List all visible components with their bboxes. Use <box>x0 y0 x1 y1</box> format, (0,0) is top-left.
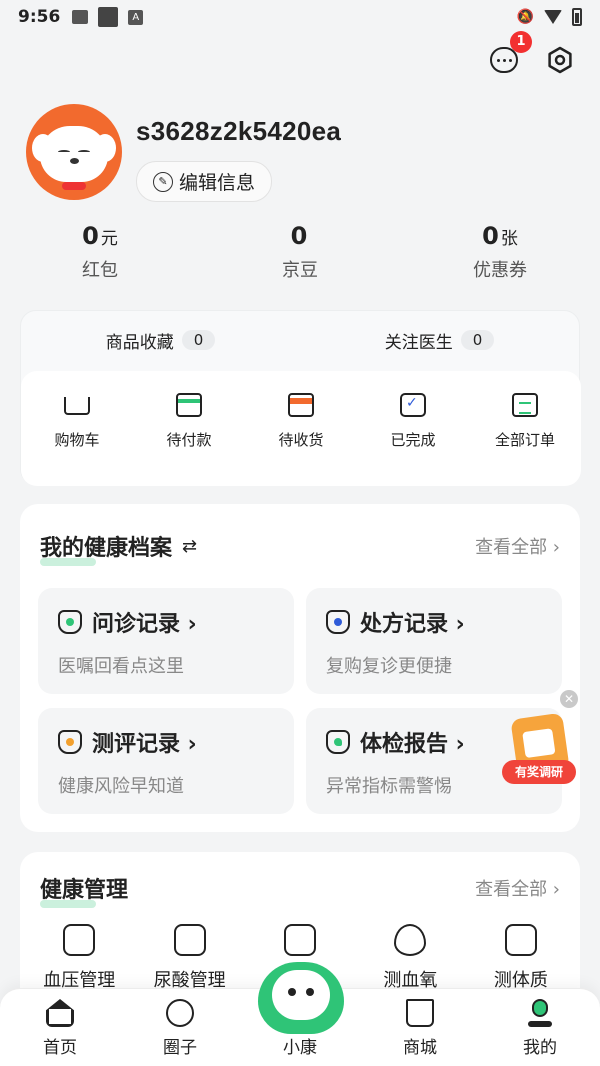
wifi-icon <box>544 10 562 24</box>
stat-label: 京豆 <box>282 260 318 281</box>
stat-value: 0 <box>482 222 499 250</box>
followed-doctors-count: 0 <box>460 330 495 350</box>
tab-mall[interactable]: 商城 <box>360 989 480 1066</box>
assessment-icon <box>58 730 82 754</box>
tile-subtitle: 复购复诊更便捷 <box>326 656 452 677</box>
stat-red-packet[interactable]: 0元 红包 <box>0 222 200 282</box>
consultation-records-tile[interactable]: 问诊记录 › 医嘱回看点这里 <box>38 588 294 694</box>
uric-acid-icon <box>173 924 206 956</box>
tab-label: 小康 <box>283 1038 317 1058</box>
health-records-card: 我的健康档案 ⇄ 查看全部 › 问诊记录 › 医嘱回看点这里 处方记录 › 复购… <box>20 504 580 832</box>
favorite-products[interactable]: 商品收藏 0 <box>21 311 300 369</box>
tab-label: 圈子 <box>163 1038 197 1058</box>
stat-label: 红包 <box>82 260 118 281</box>
shop-bag-icon <box>406 999 434 1027</box>
stat-unit: 元 <box>100 229 118 249</box>
health-records-view-all[interactable]: 查看全部 › <box>475 533 560 559</box>
username: s3628z2k5420ea <box>136 116 342 146</box>
tab-home[interactable]: 首页 <box>0 989 120 1066</box>
tab-circle[interactable]: 圈子 <box>120 989 240 1066</box>
prescription-records-tile[interactable]: 处方记录 › 复购复诊更便捷 <box>306 588 562 694</box>
stat-value: 0 <box>290 222 308 250</box>
a-notification-icon: A <box>128 9 144 25</box>
status-time: 9:56 <box>18 7 61 27</box>
list-icon <box>512 393 538 417</box>
tile-title: 测评记录 › <box>92 732 197 757</box>
health-management-title: 健康管理 <box>40 872 128 908</box>
settings-button[interactable] <box>544 44 576 76</box>
stat-jd-beans[interactable]: 0 京豆 <box>200 222 400 282</box>
order-cart[interactable]: 购物车 <box>21 393 133 486</box>
stat-unit: 张 <box>500 229 518 249</box>
edit-profile-button[interactable]: ✎ 编辑信息 <box>136 161 273 202</box>
check-icon <box>400 393 426 417</box>
planet-icon <box>166 999 194 1027</box>
order-all[interactable]: 全部订单 <box>469 393 581 486</box>
gallery-notification-icon <box>72 10 89 24</box>
report-icon <box>326 730 350 754</box>
package-icon <box>288 393 314 417</box>
profile-icon <box>526 999 554 1027</box>
favorite-products-label: 商品收藏 <box>105 332 174 353</box>
blood-pressure-icon <box>63 924 96 956</box>
order-pending-receipt[interactable]: 待收货 <box>245 393 357 486</box>
constitution-icon <box>504 924 537 956</box>
oxygen-icon <box>394 924 427 956</box>
monitor-icon <box>284 924 317 956</box>
order-label: 购物车 <box>54 431 100 449</box>
tile-title: 体检报告 › <box>360 732 465 757</box>
tab-label: 首页 <box>43 1038 77 1058</box>
battery-icon <box>572 8 582 26</box>
edit-profile-label: 编辑信息 <box>179 172 256 194</box>
settings-icon <box>548 46 572 74</box>
health-records-title: 我的健康档案 <box>40 530 172 566</box>
uric-acid-item[interactable]: 尿酸管理 <box>134 924 244 992</box>
survey-promo[interactable]: ✕ 有奖调研 <box>500 690 580 790</box>
wallet-icon <box>176 393 202 417</box>
tile-subtitle: 医嘱回看点这里 <box>58 656 184 677</box>
pencil-icon: ✎ <box>153 171 173 192</box>
blood-oxygen-item[interactable]: 测血氧 <box>355 924 465 992</box>
stat-label: 优惠券 <box>473 260 527 281</box>
health-management-view-all[interactable]: 查看全部 › <box>475 875 560 901</box>
orders-card: 商品收藏 0 关注医生 0 购物车 待付款 待收货 已完成 全部订单 <box>20 310 581 486</box>
close-icon[interactable]: ✕ <box>560 690 578 708</box>
message-badge: 1 <box>510 31 532 53</box>
avatar[interactable] <box>26 104 122 200</box>
survey-promo-label: 有奖调研 <box>502 760 576 784</box>
order-label: 待付款 <box>166 431 212 449</box>
top-actions: 1 <box>488 31 576 76</box>
constitution-item[interactable]: 测体质 <box>466 924 576 992</box>
tile-subtitle: 健康风险早知道 <box>58 776 184 797</box>
tile-title: 问诊记录 › <box>92 612 197 637</box>
stat-value: 0 <box>82 222 99 250</box>
tab-label: 商城 <box>403 1038 437 1058</box>
tab-mine[interactable]: 我的 <box>480 989 600 1066</box>
swap-icon[interactable]: ⇄ <box>182 536 197 557</box>
app-notification-icon <box>98 7 119 27</box>
order-pending-payment[interactable]: 待付款 <box>133 393 245 486</box>
favorite-products-count: 0 <box>181 330 216 350</box>
order-completed[interactable]: 已完成 <box>357 393 469 486</box>
order-label: 已完成 <box>390 431 436 449</box>
stats-row: 0元 红包 0 京豆 0张 优惠券 <box>0 222 600 282</box>
messages-button[interactable]: 1 <box>488 31 532 76</box>
home-icon <box>46 999 74 1027</box>
tile-title: 处方记录 › <box>360 612 465 637</box>
tab-label: 我的 <box>523 1038 557 1058</box>
order-label: 全部订单 <box>494 431 555 449</box>
followed-doctors[interactable]: 关注医生 0 <box>300 311 579 369</box>
assessment-records-tile[interactable]: 测评记录 › 健康风险早知道 <box>38 708 294 814</box>
order-label: 待收货 <box>278 431 324 449</box>
mute-icon: 🔕 <box>516 9 534 25</box>
cart-icon <box>64 397 90 415</box>
status-bar: 9:56 A 🔕 <box>0 0 600 34</box>
stat-coupons[interactable]: 0张 优惠券 <box>400 222 600 282</box>
prescription-icon <box>326 610 350 634</box>
consult-icon <box>58 610 82 634</box>
mascot-icon[interactable] <box>258 962 344 1034</box>
followed-doctors-label: 关注医生 <box>384 332 453 353</box>
profile-section: s3628z2k5420ea ✎ 编辑信息 <box>26 104 341 202</box>
blood-pressure-item[interactable]: 血压管理 <box>24 924 134 992</box>
